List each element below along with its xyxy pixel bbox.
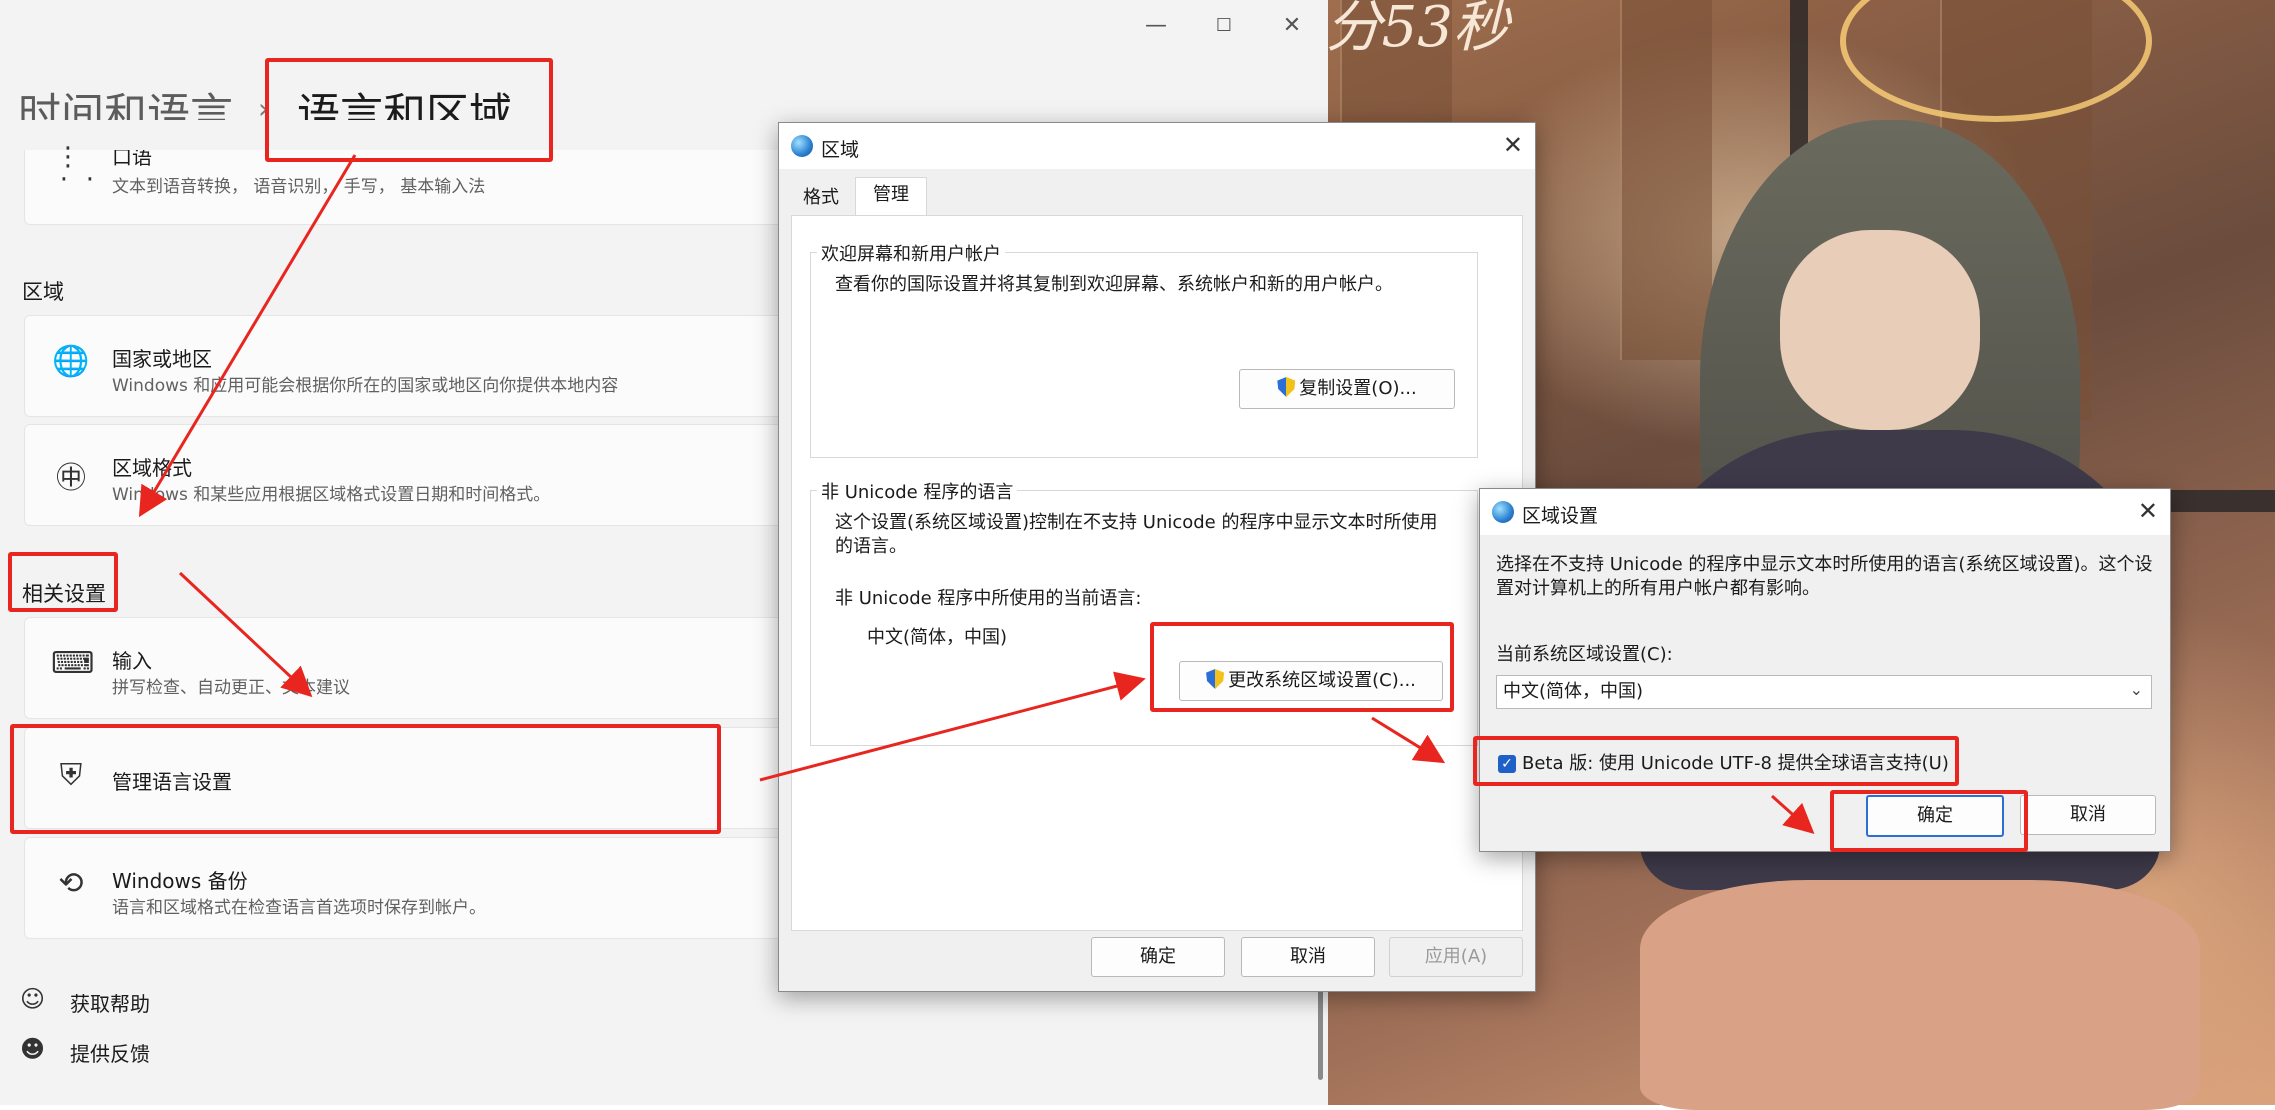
region-format-card-title: 区域格式 [112, 456, 192, 480]
get-help-link[interactable]: 获取帮助 [70, 988, 150, 1017]
globe-icon: 🌐 [52, 344, 90, 379]
welcome-groupbox: 欢迎屏幕和新用户帐户 查看你的国际设置并将其复制到欢迎屏幕、系统帐户和新的用户帐… [810, 240, 1478, 458]
region-dialog-close-button[interactable]: ✕ [1503, 131, 1523, 159]
wallpaper-halo [1840, 0, 2152, 122]
wallpaper-character-face [1780, 230, 1980, 430]
welcome-group-desc: 查看你的国际设置并将其复制到欢迎屏幕、系统帐户和新的用户帐户。 [835, 274, 1393, 295]
globe-icon [1492, 501, 1514, 523]
wallpaper-character-skirt [1640, 880, 2200, 1110]
locale-select-value: 中文(简体，中国) [1503, 681, 1644, 702]
globe-icon [791, 135, 813, 157]
annotation-box-admin-language [10, 724, 721, 834]
annotation-box-beta-utf8 [1473, 736, 1959, 786]
locale-cancel-button[interactable]: 取消 [2020, 795, 2156, 835]
country-card-title: 国家或地区 [112, 347, 212, 371]
unicode-group-legend: 非 Unicode 程序的语言 [817, 478, 1018, 504]
close-button[interactable]: ✕ [1272, 14, 1312, 38]
admin-tab-page: 欢迎屏幕和新用户帐户 查看你的国际设置并将其复制到欢迎屏幕、系统帐户和新的用户帐… [791, 215, 1523, 931]
locale-dialog-titlebar: 区域设置 ✕ [1480, 489, 2170, 535]
region-apply-button[interactable]: 应用(A) [1389, 937, 1523, 977]
speech-card-title: 口语 [112, 150, 152, 169]
annotation-box-change-locale [1150, 622, 1454, 712]
minimize-button[interactable]: — [1136, 14, 1176, 38]
sync-icon: ⟲ [58, 866, 84, 901]
tab-admin[interactable]: 管理 [855, 177, 927, 216]
locale-dialog: 区域设置 ✕ 选择在不支持 Unicode 的程序中显示文本时所使用的语言(系统… [1479, 488, 2171, 852]
current-locale-label: 当前系统区域设置(C): [1496, 644, 1673, 665]
help-icon: ☺ [20, 985, 46, 1013]
current-language-value: 中文(简体，中国) [867, 627, 1008, 648]
annotation-box-page-title [265, 58, 553, 162]
country-card-subtitle: Windows 和应用可能会根据你所在的国家或地区向你提供本地内容 [112, 376, 619, 396]
grip-dots-icon: ⋮ [55, 142, 81, 172]
tab-format[interactable]: 格式 [791, 181, 851, 215]
copy-settings-button[interactable]: 复制设置(O)... [1239, 369, 1455, 409]
annotation-box-related-settings [8, 552, 118, 612]
windows-backup-card-subtitle: 语言和区域格式在检查语言首选项时保存到帐户。 [112, 898, 486, 918]
feedback-link[interactable]: 提供反馈 [70, 1038, 150, 1067]
current-language-label: 非 Unicode 程序中所使用的当前语言: [835, 588, 1142, 609]
windows-backup-card-title: Windows 备份 [112, 869, 248, 893]
region-dialog-title: 区域 [821, 139, 860, 161]
maximize-button[interactable]: ☐ [1204, 14, 1244, 38]
welcome-group-legend: 欢迎屏幕和新用户帐户 [817, 240, 1005, 266]
speech-card-subtitle: 文本到语音转换， 语音识别， 手写， 基本输入法 [112, 177, 486, 197]
unicode-group-desc: 这个设置(系统区域设置)控制在不支持 Unicode 的程序中显示文本时所使用的… [835, 512, 1438, 557]
wallpaper-building [1620, 0, 1712, 360]
locale-dialog-close-button[interactable]: ✕ [2138, 497, 2158, 525]
region-cancel-button[interactable]: 取消 [1241, 937, 1375, 977]
feedback-icon: ☻ [20, 1035, 46, 1063]
keyboard-icon: ⌨ [51, 646, 95, 681]
region-section-header: 区域 [22, 280, 64, 304]
input-card-title: 输入 [112, 649, 152, 673]
region-ok-button[interactable]: 确定 [1091, 937, 1225, 977]
globe-translate-icon: ㊥ [56, 461, 86, 496]
locale-dialog-title: 区域设置 [1522, 505, 1599, 527]
locale-dialog-desc: 选择在不支持 Unicode 的程序中显示文本时所使用的语言(系统区域设置)。这… [1496, 554, 2153, 599]
locale-select[interactable]: 中文(简体，中国) ⌄ [1496, 675, 2152, 709]
region-dialog-titlebar: 区域 ✕ [779, 123, 1535, 169]
chevron-down-icon: ⌄ [2129, 680, 2143, 699]
region-dialog: 区域 ✕ 格式 管理 欢迎屏幕和新用户帐户 查看你的国际设置并将其复制到欢迎屏幕… [778, 122, 1536, 992]
input-card-subtitle: 拼写检查、自动更正、文本建议 [112, 678, 350, 698]
copy-settings-button-label: 复制设置(O)... [1299, 378, 1417, 399]
region-format-card-subtitle: Windows 和某些应用根据区域格式设置日期和时间格式。 [112, 485, 551, 505]
uac-shield-icon [1277, 377, 1296, 397]
annotation-box-ok [1830, 790, 2028, 852]
